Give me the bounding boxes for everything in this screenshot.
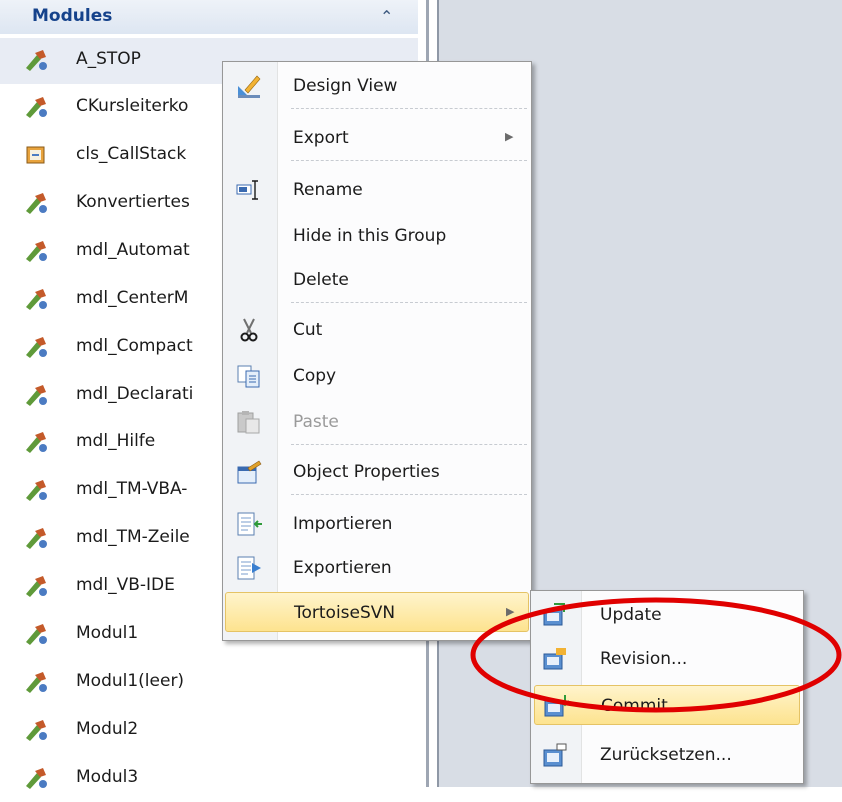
nav-item-label: mdl_Automat	[76, 240, 190, 260]
menu-item-label: Importieren	[293, 514, 393, 534]
tortoisesvn-submenu: Update Revision... Commit... Zurücksetze…	[530, 590, 804, 784]
menu-item-label: Object Properties	[293, 462, 440, 482]
nav-item-label: mdl_Compact	[76, 336, 193, 356]
menu-item-design-view[interactable]: Design View	[225, 66, 529, 106]
group-title: Modules	[32, 6, 113, 26]
module-icon	[26, 50, 47, 71]
context-menu: Design View Export ▶ Rename Hide in this…	[222, 61, 532, 641]
menu-item-paste: Paste	[225, 402, 529, 442]
nav-item-label: mdl_VB-IDE	[76, 575, 175, 595]
svn-update-icon	[543, 603, 565, 626]
menu-separator	[291, 302, 527, 303]
export-icon	[237, 556, 261, 580]
menu-item-hide-in-group[interactable]: Hide in this Group	[225, 216, 529, 256]
class-module-icon	[26, 146, 45, 164]
nav-item-label: mdl_TM-Zeile	[76, 527, 190, 547]
submenu-item-label: Revision...	[600, 649, 688, 669]
menu-item-label: TortoiseSVN	[294, 603, 396, 623]
submenu-item-label: Zurücksetzen...	[600, 745, 732, 765]
module-icon	[26, 193, 47, 214]
nav-item-label: Modul3	[76, 767, 139, 787]
nav-item-label: Modul1(leer)	[76, 671, 185, 691]
module-icon	[26, 672, 47, 693]
module-icon	[26, 241, 47, 262]
menu-item-copy[interactable]: Copy	[225, 356, 529, 396]
module-icon	[26, 624, 47, 645]
menu-item-label: Hide in this Group	[293, 226, 447, 246]
menu-separator	[291, 108, 527, 109]
nav-item-label: Modul2	[76, 719, 139, 739]
submenu-item-commit[interactable]: Commit...	[534, 685, 800, 725]
nav-item-modul3[interactable]: Modul3	[0, 756, 418, 802]
properties-icon	[237, 460, 262, 484]
rename-icon	[236, 180, 258, 200]
menu-item-rename[interactable]: Rename	[225, 170, 529, 210]
menu-item-label: Rename	[293, 180, 363, 200]
menu-item-label: Cut	[293, 320, 323, 340]
menu-item-label: Copy	[293, 366, 337, 386]
menu-item-export[interactable]: Export ▶	[225, 118, 529, 158]
collapse-chevron-up-icon[interactable]: ⌃	[380, 7, 393, 26]
nav-item-label: mdl_TM-VBA-	[76, 479, 188, 499]
submenu-item-update[interactable]: Update	[534, 595, 800, 635]
design-view-icon	[238, 75, 261, 98]
menu-separator	[291, 160, 527, 161]
nav-item-label: cls_CallStack	[76, 144, 187, 164]
module-icon	[26, 720, 47, 741]
submenu-item-label: Commit...	[601, 696, 684, 716]
cut-icon	[240, 318, 258, 342]
module-icon	[26, 432, 47, 453]
menu-item-delete[interactable]: Delete	[225, 260, 529, 300]
nav-item-modul1-leer[interactable]: Modul1(leer)	[0, 660, 418, 706]
menu-item-label: Export	[293, 128, 349, 148]
submenu-arrow-icon: ▶	[505, 130, 514, 143]
paste-icon	[237, 411, 260, 434]
menu-item-importieren[interactable]: Importieren	[225, 504, 529, 544]
menu-separator	[291, 444, 527, 445]
submenu-item-zuruecksetzen[interactable]: Zurücksetzen...	[534, 735, 800, 775]
menu-separator	[291, 494, 527, 495]
svn-commit-icon	[544, 695, 569, 717]
menu-item-label: Delete	[293, 270, 349, 290]
nav-item-label: mdl_Declarati	[76, 384, 194, 404]
module-icon	[26, 289, 47, 310]
svn-revert-icon	[543, 743, 567, 767]
nav-item-label: Konvertiertes	[76, 192, 190, 212]
module-icon	[26, 480, 47, 501]
nav-item-modul2[interactable]: Modul2	[0, 708, 418, 754]
menu-item-label: Paste	[293, 412, 339, 432]
import-icon	[237, 512, 262, 536]
submenu-item-label: Update	[600, 605, 662, 625]
module-icon	[26, 385, 47, 406]
nav-item-label: mdl_CenterM	[76, 288, 189, 308]
menu-item-tortoisesvn[interactable]: TortoiseSVN ▶	[225, 592, 529, 632]
nav-item-label: Modul1	[76, 623, 139, 643]
nav-item-label: A_STOP	[76, 49, 141, 69]
submenu-arrow-icon: ▶	[506, 605, 515, 618]
submenu-item-revision[interactable]: Revision...	[534, 639, 800, 679]
menu-item-label: Exportieren	[293, 558, 392, 578]
module-icon	[26, 576, 47, 597]
menu-item-exportieren[interactable]: Exportieren	[225, 548, 529, 588]
module-icon	[26, 768, 47, 789]
nav-item-label: mdl_Hilfe	[76, 431, 156, 451]
svn-revision-icon	[543, 648, 566, 670]
menu-item-cut[interactable]: Cut	[225, 310, 529, 350]
menu-item-object-properties[interactable]: Object Properties	[225, 452, 529, 492]
copy-icon	[237, 365, 260, 388]
group-header-modules[interactable]: Modules ⌃	[0, 0, 418, 34]
menu-item-label: Design View	[293, 76, 398, 96]
nav-item-label: CKursleiterko	[76, 96, 189, 116]
module-icon	[26, 337, 47, 358]
module-icon	[26, 528, 47, 549]
module-icon	[26, 97, 47, 118]
